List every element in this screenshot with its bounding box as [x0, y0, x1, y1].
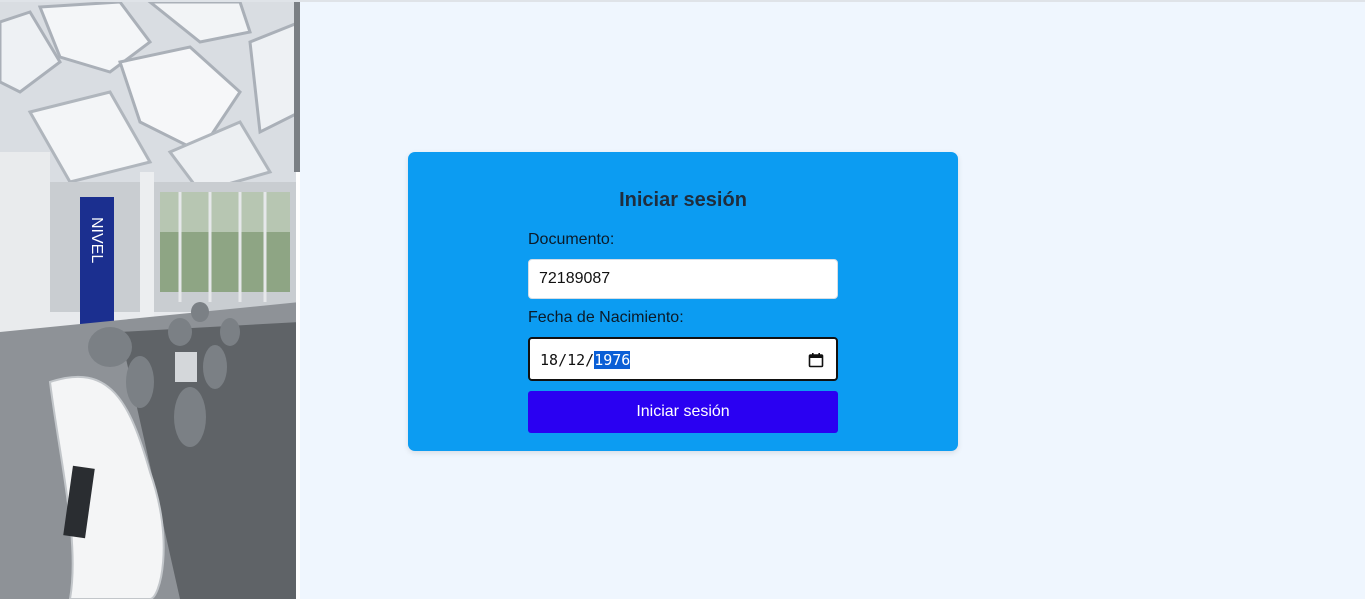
birthdate-value: 18/12/1976 — [540, 350, 631, 370]
login-card: Iniciar sesión Documento: 72189087 Fecha… — [408, 152, 958, 451]
date-separator: / — [585, 351, 595, 369]
banner-text: NIVEL — [88, 217, 105, 263]
login-page: NIVEL Iniciar sesión Documento: 72189087… — [0, 0, 1365, 599]
lobby-image: NIVEL — [0, 2, 300, 599]
date-separator: / — [558, 351, 568, 369]
document-label: Documento: — [528, 231, 615, 248]
calendar-icon[interactable] — [808, 352, 824, 368]
document-input[interactable]: 72189087 — [528, 259, 838, 299]
birthdate-month[interactable]: 12 — [567, 351, 585, 369]
birthdate-label: Fecha de Nacimiento: — [528, 309, 684, 326]
birthdate-input[interactable]: 18/12/1976 — [528, 337, 838, 381]
birthdate-day[interactable]: 18 — [540, 351, 558, 369]
login-title: Iniciar sesión — [619, 189, 747, 211]
login-form: Documento: 72189087 Fecha de Nacimiento:… — [528, 230, 838, 433]
birthdate-year[interactable]: 1976 — [594, 351, 631, 369]
login-button[interactable]: Iniciar sesión — [528, 391, 838, 433]
